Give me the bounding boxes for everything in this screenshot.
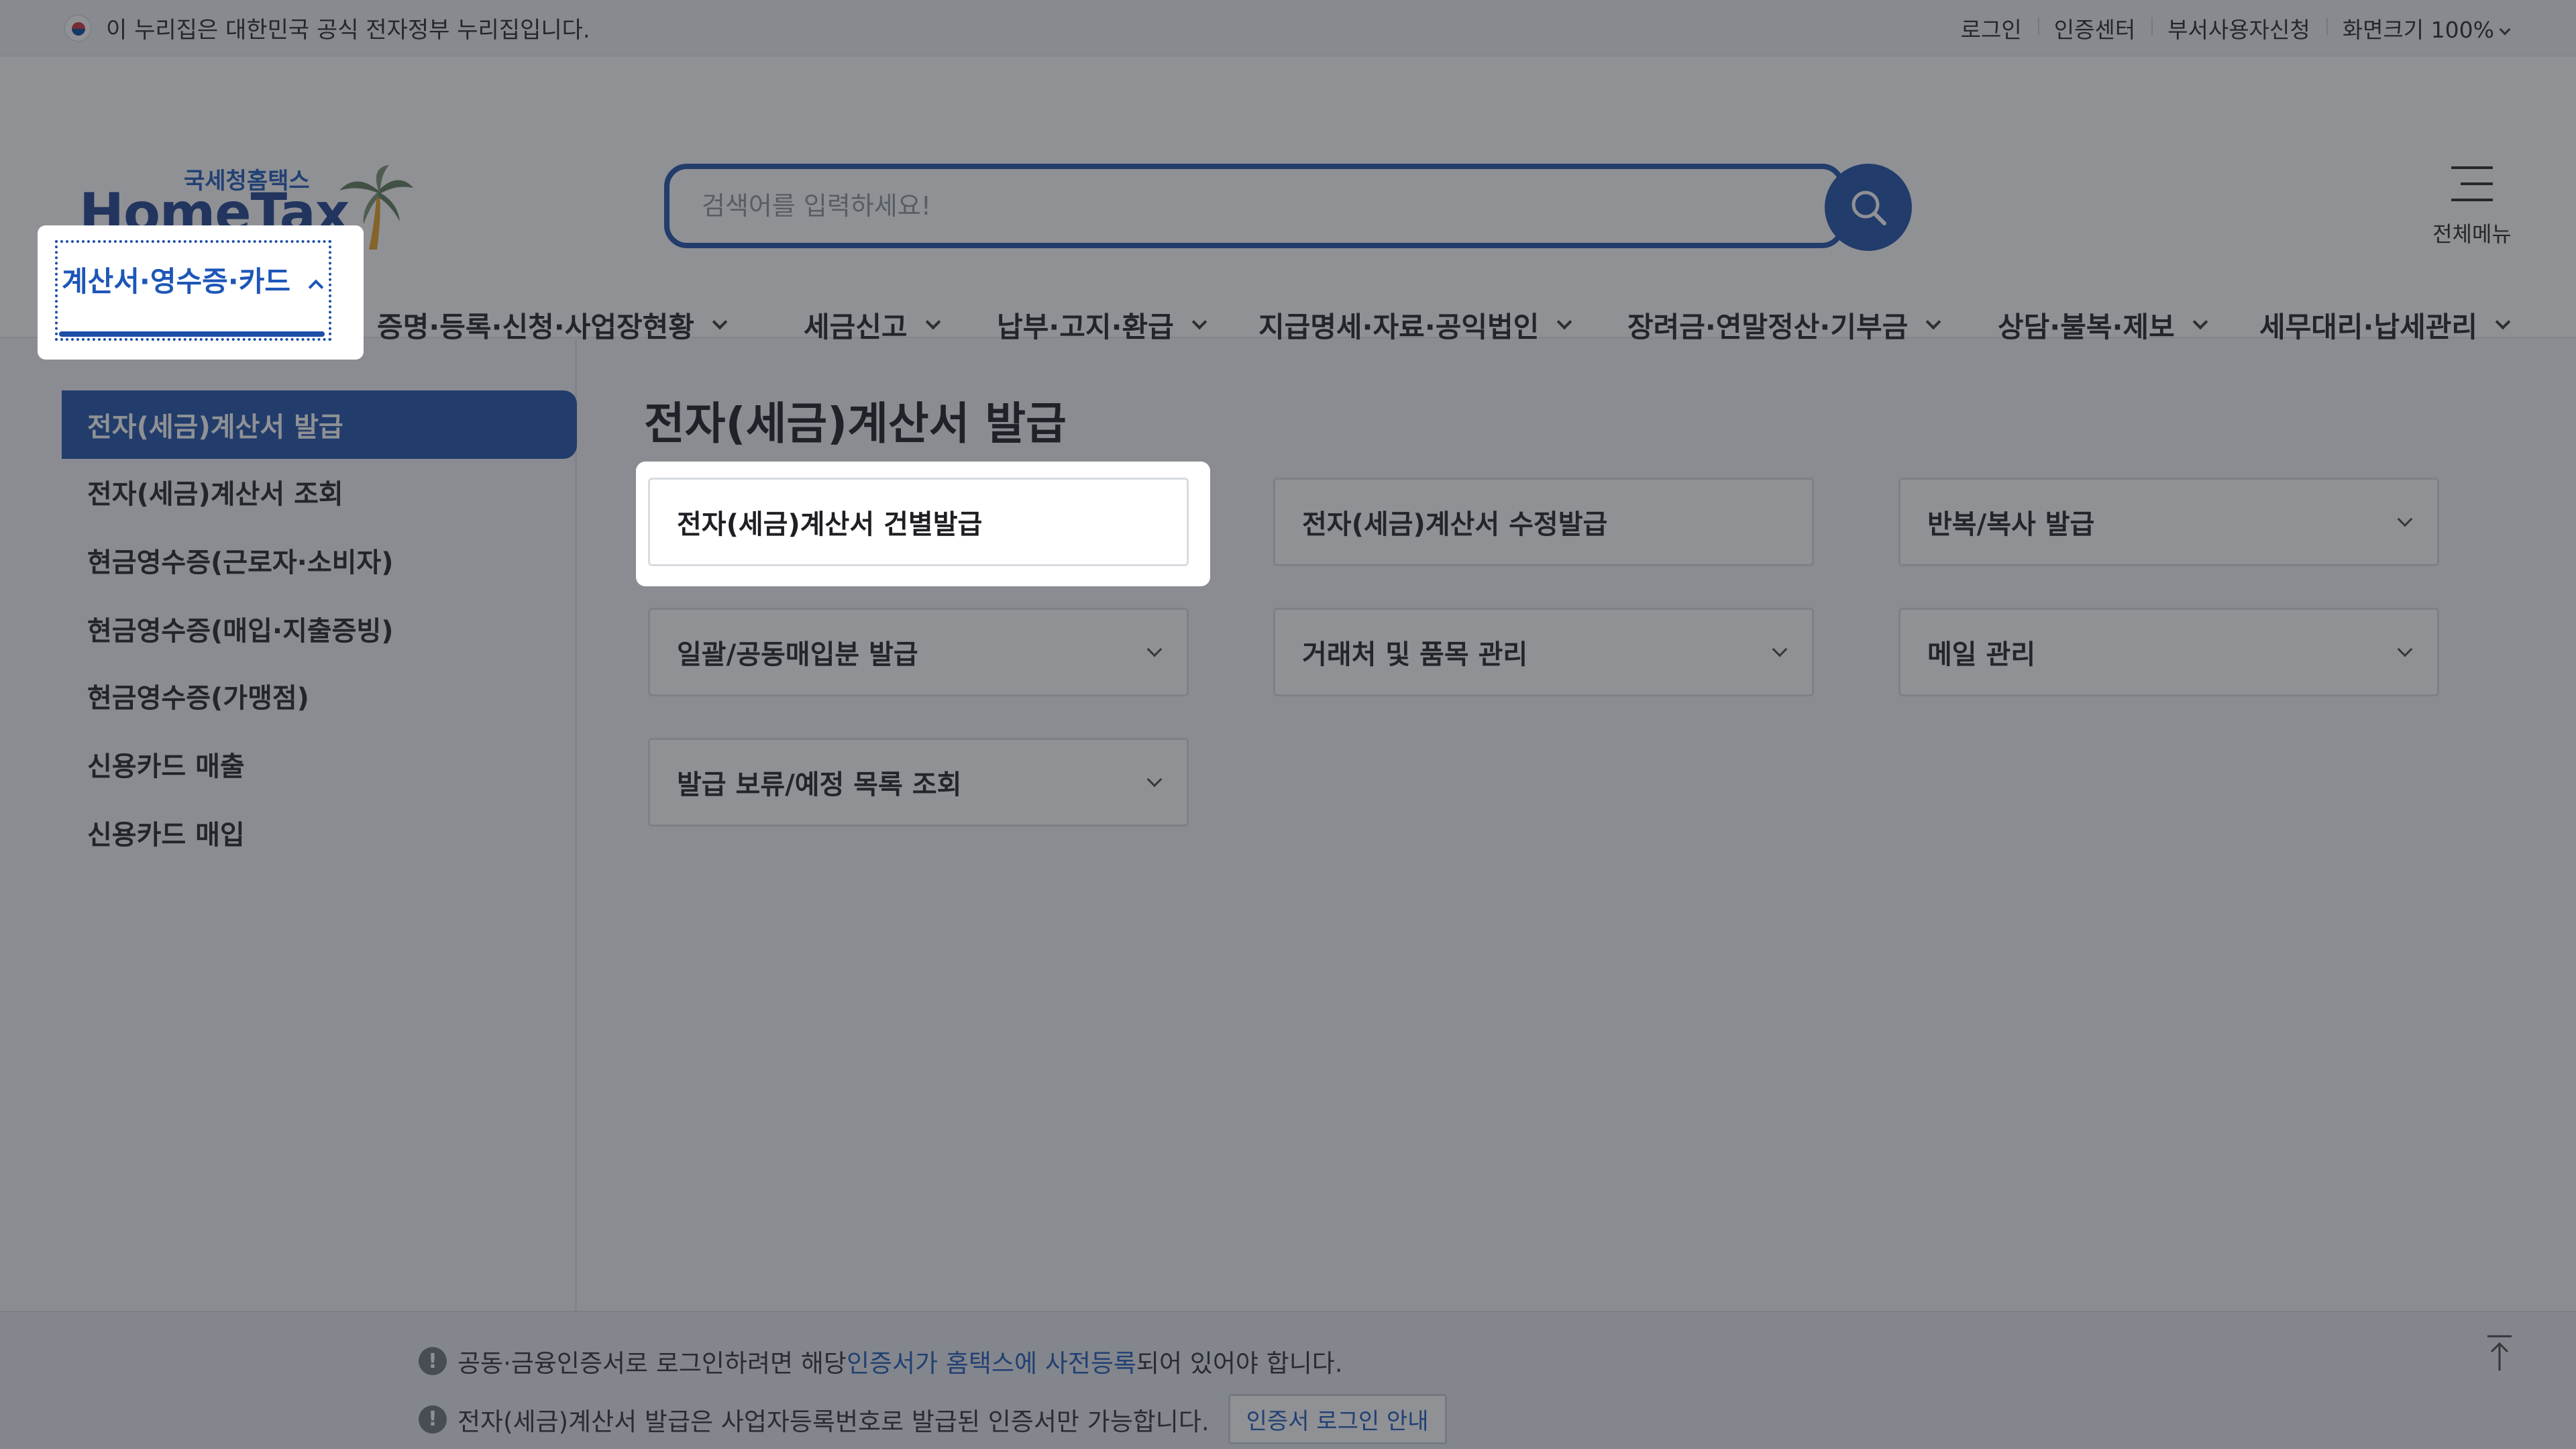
chevron-down-icon [712, 314, 728, 329]
chevron-down-icon [2192, 314, 2208, 329]
menu-card-label: 전자(세금)계산서 건별발급 [677, 509, 983, 540]
scroll-top-button[interactable] [2479, 1330, 2520, 1377]
gnb-item-invoice-receipt-card[interactable]: 계산서·영수증·카드 [55, 240, 331, 341]
menu-card-label: 반복/복사 발급 [1927, 509, 2095, 540]
chevron-up-icon [308, 279, 324, 295]
menu-card-repeat-copy[interactable]: 반복/복사 발급 [1898, 478, 2439, 566]
side-nav-item-label: 신용카드 매입 [87, 820, 245, 851]
chevron-down-icon [1772, 641, 1788, 657]
menu-card-label: 메일 관리 [1927, 639, 2036, 670]
side-nav-item-cash-receipt-purchase[interactable]: 현금영수증(매입·지출증빙) [62, 594, 577, 663]
side-nav: 전자(세금)계산서 발급 전자(세금)계산서 조회 현금영수증(근로자·소비자)… [0, 339, 577, 1311]
search-icon [1851, 191, 1886, 225]
chevron-down-icon [2499, 23, 2511, 35]
utility-links: 로그인 인증센터 부서사용자신청 화면크기 100% [1945, 12, 2511, 44]
gnb-active-underline [59, 331, 325, 337]
all-menu-label: 전체메뉴 [2432, 221, 2512, 247]
side-nav-item-einvoice-issue[interactable]: 전자(세금)계산서 발급 [62, 390, 577, 459]
menu-card-bulk-issue[interactable]: 일괄/공동매입분 발급 [648, 608, 1189, 696]
korea-flag-icon [64, 14, 91, 42]
all-menu-button[interactable]: 전체메뉴 [2428, 165, 2516, 248]
chevron-down-icon [1146, 641, 1163, 657]
side-nav-item-label: 신용카드 매출 [87, 751, 245, 782]
side-nav-item-card-sales[interactable]: 신용카드 매출 [62, 730, 577, 798]
chevron-down-icon [1146, 771, 1163, 788]
gov-banner: 이 누리집은 대한민국 공식 전자정부 누리집입니다. 로그인 인증센터 부서사… [0, 0, 2576, 56]
notice-footer: ! 공동·금융인증서로 로그인하려면 해당 인증서가 홈택스에 사전등록 되어 … [0, 1311, 2576, 1449]
menu-card-label: 전자(세금)계산서 수정발급 [1302, 509, 1608, 540]
arrow-up-icon [2487, 1335, 2512, 1371]
menu-card-label: 거래처 및 품목 관리 [1302, 639, 1528, 670]
cert-center-link[interactable]: 인증센터 [2037, 12, 2151, 44]
chevron-down-icon [2397, 511, 2413, 527]
gov-banner-text: 이 누리집은 대한민국 공식 전자정부 누리집입니다. [106, 17, 590, 44]
menu-card-mail[interactable]: 메일 관리 [1898, 608, 2439, 696]
site-header: 국세청홈택스 HomeTax 전체메뉴 증명·등록·신청·사업장현황 [0, 56, 2576, 343]
menu-card-modify-issue[interactable]: 전자(세금)계산서 수정발급 [1273, 478, 1814, 566]
search-bar [664, 164, 1912, 251]
side-nav-item-label: 전자(세금)계산서 조회 [87, 479, 343, 510]
side-nav-item-label: 현금영수증(가맹점) [87, 683, 309, 714]
side-nav-item-label: 현금영수증(근로자·소비자) [87, 547, 394, 578]
notice-text: 공동·금융인증서로 로그인하려면 해당 [458, 1349, 847, 1378]
gnb-active-label: 계산서·영수증·카드 [62, 265, 291, 298]
zoom-label: 화면크기 100% [2342, 16, 2494, 43]
chevron-down-icon [1556, 314, 1572, 329]
chevron-down-icon [2495, 314, 2511, 329]
chevron-down-icon [2397, 641, 2413, 657]
dept-user-apply-link[interactable]: 부서사용자신청 [2151, 12, 2326, 44]
side-nav-item-card-purchase[interactable]: 신용카드 매입 [62, 798, 577, 867]
side-nav-item-label: 현금영수증(매입·지출증빙) [87, 616, 394, 647]
menu-card-partner-item[interactable]: 거래처 및 품목 관리 [1273, 608, 1814, 696]
search-button[interactable] [1825, 164, 1912, 251]
chevron-down-icon [1925, 314, 1941, 329]
chevron-down-icon [1191, 314, 1208, 329]
page-title: 전자(세금)계산서 발급 [644, 398, 1067, 449]
menu-card-single-issue[interactable]: 전자(세금)계산서 건별발급 [648, 478, 1189, 566]
notice-cert-registration: ! 공동·금융인증서로 로그인하려면 해당 인증서가 홈택스에 사전등록 되어 … [419, 1343, 1343, 1379]
notice-text: 되어 있어야 합니다. [1136, 1349, 1343, 1378]
side-nav-item-cash-receipt-merchant[interactable]: 현금영수증(가맹점) [62, 661, 577, 730]
menu-card-pending-list[interactable]: 발급 보류/예정 목록 조회 [648, 738, 1189, 826]
side-nav-item-cash-receipt-consumer[interactable]: 현금영수증(근로자·소비자) [62, 526, 577, 594]
hamburger-menu-icon [2451, 166, 2493, 201]
side-nav-item-label: 전자(세금)계산서 발급 [87, 412, 343, 443]
gov-banner-left: 이 누리집은 대한민국 공식 전자정부 누리집입니다. [64, 11, 590, 44]
cert-login-guide-button[interactable]: 인증서 로그인 안내 [1228, 1394, 1447, 1444]
cert-preregister-link[interactable]: 인증서가 홈택스에 사전등록 [847, 1343, 1136, 1379]
chevron-down-icon [925, 314, 941, 329]
notice-business-cert: ! 전자(세금)계산서 발급은 사업자등록번호로 발급된 인증서만 가능합니다.… [419, 1394, 1447, 1444]
search-input[interactable] [664, 164, 1845, 248]
menu-card-label: 일괄/공동매입분 발급 [677, 639, 918, 670]
menu-card-label: 발급 보류/예정 목록 조회 [677, 769, 962, 800]
zoom-dropdown[interactable]: 화면크기 100% [2326, 12, 2511, 44]
notice-text: 전자(세금)계산서 발급은 사업자등록번호로 발급된 인증서만 가능합니다. [458, 1407, 1210, 1436]
exclamation-icon: ! [419, 1347, 447, 1375]
side-nav-item-einvoice-search[interactable]: 전자(세금)계산서 조회 [62, 458, 577, 526]
exclamation-icon: ! [419, 1405, 447, 1434]
login-link[interactable]: 로그인 [1945, 12, 2038, 44]
